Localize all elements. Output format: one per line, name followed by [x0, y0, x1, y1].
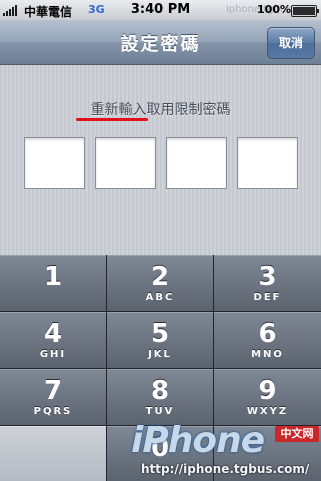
key-8[interactable]: 8 TUV — [107, 369, 213, 425]
passcode-area: 重新輸入取用限制密碼 — [0, 65, 321, 255]
key-letters: DEF — [253, 292, 282, 303]
key-2[interactable]: 2 ABC — [107, 255, 213, 311]
cancel-button[interactable]: 取消 — [267, 27, 315, 59]
key-1[interactable]: 1 — [0, 255, 106, 311]
key-6[interactable]: 6 MNO — [214, 312, 321, 368]
key-digit: 9 — [258, 376, 277, 406]
key-letters: JKL — [148, 349, 172, 360]
battery-percent: 100% — [257, 3, 291, 16]
key-letters: MNO — [251, 349, 284, 360]
passcode-digit-box[interactable] — [95, 137, 156, 189]
key-3[interactable]: 3 DEF — [214, 255, 321, 311]
key-9[interactable]: 9 WXYZ — [214, 369, 321, 425]
status-bar: 中華電信 3G 3:40 PM iphone.tgbus.com 100% — [0, 0, 321, 20]
key-letters: ABC — [145, 292, 175, 303]
key-digit: 3 — [258, 262, 277, 292]
key-digit: 6 — [258, 319, 277, 349]
watermark-url: http://iphone.tgbus.com/ — [141, 462, 310, 476]
key-digit: 5 — [150, 319, 170, 349]
key-letters: PQRS — [33, 406, 73, 417]
passcode-fields — [24, 137, 298, 189]
key-letters: WXYZ — [246, 406, 289, 417]
key-4[interactable]: 4 GHI — [0, 312, 106, 368]
key-digit: 1 — [43, 262, 63, 292]
watermark-logo: iPhone — [131, 420, 265, 461]
key-letters: TUV — [145, 406, 175, 417]
passcode-digit-box[interactable] — [166, 137, 227, 189]
key-digit: 7 — [43, 376, 63, 406]
key-digit: 2 — [150, 262, 170, 292]
key-digit: 4 — [43, 319, 63, 349]
key-5[interactable]: 5 JKL — [107, 312, 213, 368]
passcode-prompt: 重新輸入取用限制密碼 — [90, 102, 231, 118]
watermark-badge: 中文网 — [275, 426, 319, 442]
watermark: iPhone 中文网 http://iphone.tgbus.com/ — [125, 420, 321, 481]
passcode-digit-box[interactable] — [24, 137, 85, 189]
key-7[interactable]: 7 PQRS — [0, 369, 106, 425]
key-letters: GHI — [39, 349, 67, 360]
battery-icon — [291, 5, 319, 17]
navigation-bar: 設定密碼 取消 — [0, 20, 321, 65]
annotation-underline — [76, 118, 148, 121]
key-blank — [0, 426, 106, 481]
key-digit: 8 — [150, 376, 170, 406]
passcode-digit-box[interactable] — [237, 137, 298, 189]
